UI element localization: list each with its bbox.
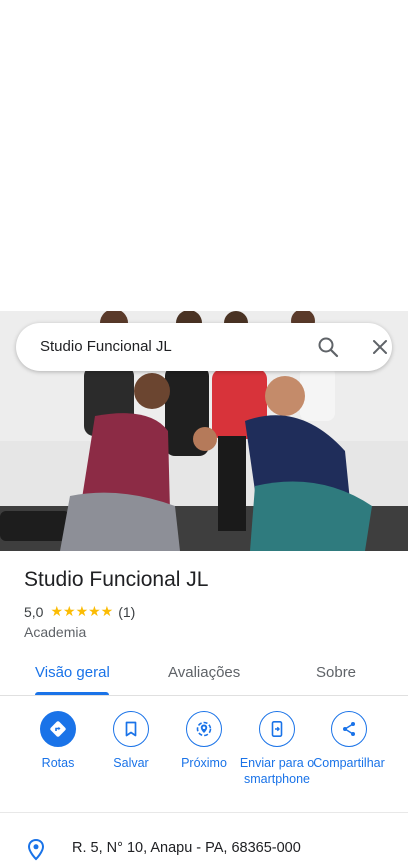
close-icon[interactable] — [368, 335, 392, 359]
tab-about[interactable]: Sobre — [316, 664, 356, 681]
active-tab-indicator — [35, 692, 109, 695]
rating-stars: ★★★★★ — [50, 603, 114, 619]
place-title: Studio Funcional JL — [24, 568, 209, 591]
nearby-icon — [186, 711, 222, 747]
directions-button[interactable]: Rotas — [18, 711, 98, 771]
nearby-button[interactable]: Próximo — [164, 711, 244, 771]
save-button[interactable]: Salvar — [91, 711, 171, 771]
address-text: R. 5, N° 10, Anapu - PA, 68365-000 — [72, 840, 301, 856]
rating-value: 5,0 — [24, 603, 44, 620]
search-icon[interactable] — [316, 335, 340, 359]
tab-reviews[interactable]: Avaliações — [168, 664, 240, 681]
action-buttons: Rotas Salvar Próximo Enviar para o smart… — [0, 697, 408, 813]
directions-icon — [40, 711, 76, 747]
bookmark-icon — [113, 711, 149, 747]
directions-label: Rotas — [41, 756, 75, 770]
send-to-phone-button[interactable]: Enviar para o smartphone — [237, 711, 317, 787]
tab-bar: Visão geral Avaliações Sobre — [0, 652, 408, 696]
tab-overview[interactable]: Visão geral — [35, 664, 110, 681]
send-to-phone-label: Enviar para o smartphone — [239, 756, 315, 786]
map-blank-area — [0, 0, 408, 311]
search-input[interactable]: Studio Funcional JL — [40, 338, 172, 355]
nearby-label: Próximo — [181, 756, 227, 770]
share-icon — [331, 711, 367, 747]
place-category[interactable]: Academia — [24, 624, 86, 640]
send-to-phone-icon — [259, 711, 295, 747]
address-row[interactable]: R. 5, N° 10, Anapu - PA, 68365-000 — [0, 832, 408, 862]
search-bar[interactable]: Studio Funcional JL — [16, 323, 392, 371]
location-pin-icon — [26, 838, 46, 862]
rating-row[interactable]: 5,0 ★★★★★ (1) — [24, 603, 135, 620]
share-button[interactable]: Compartilhar — [309, 711, 389, 771]
review-count[interactable]: (1) — [118, 604, 135, 620]
save-label: Salvar — [113, 756, 149, 770]
share-label: Compartilhar — [313, 756, 385, 770]
